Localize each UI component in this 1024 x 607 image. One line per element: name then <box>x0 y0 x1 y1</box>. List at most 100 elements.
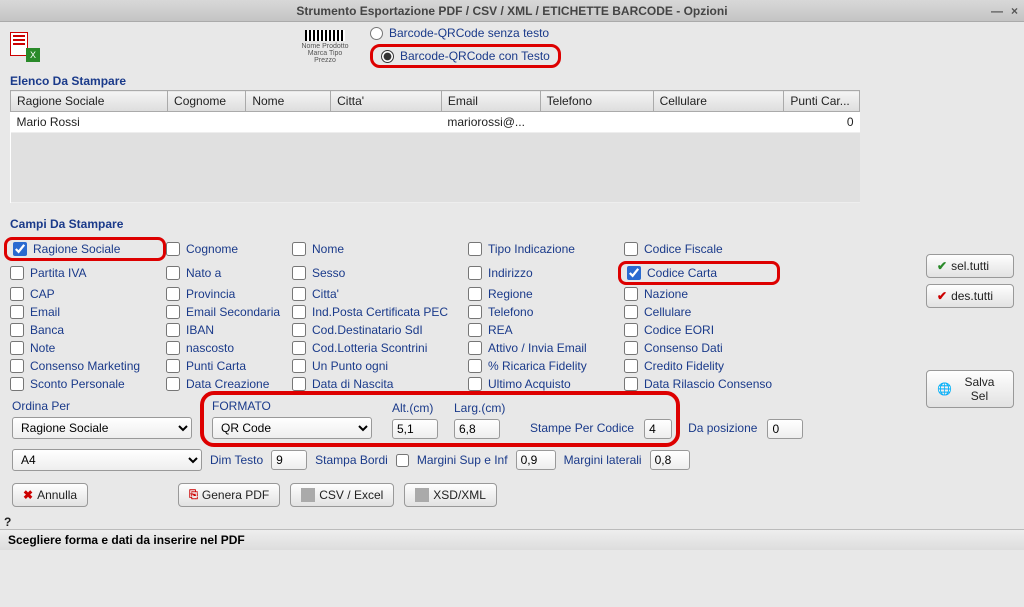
field-checkbox[interactable]: Cognome <box>166 239 286 259</box>
alt-input[interactable] <box>392 419 438 439</box>
alt-label: Alt.(cm) <box>392 401 444 415</box>
col-citta[interactable]: Citta' <box>331 91 442 112</box>
radio-barcode-no-text[interactable]: Barcode-QRCode senza testo <box>370 26 561 40</box>
field-checkbox[interactable]: Data Creazione <box>166 377 286 391</box>
field-label: Indirizzo <box>488 266 533 280</box>
field-label: Banca <box>30 323 64 337</box>
genera-pdf-button[interactable]: ⎘Genera PDF <box>178 483 280 507</box>
field-checkbox[interactable]: Cod.Lotteria Scontrini <box>292 341 462 355</box>
check-icon: ✔ <box>937 259 947 273</box>
field-checkbox[interactable]: nascosto <box>166 341 286 355</box>
field-checkbox[interactable]: Data Rilascio Consenso <box>624 377 774 391</box>
field-label: Ind.Posta Certificata PEC <box>312 305 448 319</box>
field-checkbox[interactable]: Cod.Destinatario SdI <box>292 323 462 337</box>
field-checkbox[interactable]: Email <box>10 305 160 319</box>
field-checkbox[interactable]: Nazione <box>624 287 774 301</box>
field-checkbox[interactable]: Consenso Dati <box>624 341 774 355</box>
field-checkbox[interactable]: Credito Fidelity <box>624 359 774 373</box>
field-checkbox[interactable]: REA <box>468 323 618 337</box>
field-checkbox[interactable]: Banca <box>10 323 160 337</box>
stampa-bordi-label: Stampa Bordi <box>315 453 388 467</box>
field-checkbox[interactable]: Codice EORI <box>624 323 774 337</box>
ordina-per-label: Ordina Per <box>12 399 202 413</box>
section-campi: Campi Da Stampare <box>0 213 1024 233</box>
field-checkbox[interactable]: Data di Nascita <box>292 377 462 391</box>
field-checkbox[interactable]: Sconto Personale <box>10 377 160 391</box>
field-checkbox[interactable]: Citta' <box>292 287 462 301</box>
xsd-xml-button[interactable]: XSD/XML <box>404 483 497 507</box>
minimize-button[interactable]: — <box>991 4 1003 18</box>
field-label: Nazione <box>644 287 688 301</box>
field-checkbox[interactable]: Consenso Marketing <box>10 359 160 373</box>
col-telefono[interactable]: Telefono <box>540 91 653 112</box>
field-checkbox[interactable]: Punti Carta <box>166 359 286 373</box>
annulla-button[interactable]: ✖Annulla <box>12 483 88 507</box>
margini-sup-inf-input[interactable] <box>516 450 556 470</box>
field-checkbox[interactable]: Provincia <box>166 287 286 301</box>
col-cellulare[interactable]: Cellulare <box>653 91 784 112</box>
col-email[interactable]: Email <box>441 91 540 112</box>
select-all-button[interactable]: ✔ sel.tutti <box>926 254 1014 278</box>
ordina-per-select[interactable]: Ragione Sociale <box>12 417 192 439</box>
field-checkbox[interactable]: Codice Carta <box>618 261 780 285</box>
hint-bar: Scegliere forma e dati da inserire nel P… <box>0 529 1024 550</box>
col-nome[interactable]: Nome <box>246 91 331 112</box>
table-row[interactable]: Mario Rossi mariorossi@... 0 <box>11 112 860 133</box>
field-label: REA <box>488 323 513 337</box>
csv-icon <box>301 488 315 502</box>
button-label: Genera PDF <box>202 488 269 502</box>
formato-select[interactable]: QR Code <box>212 417 372 439</box>
col-punti[interactable]: Punti Car... <box>784 91 860 112</box>
button-label: CSV / Excel <box>319 488 383 502</box>
field-checkbox[interactable]: Un Punto ogni <box>292 359 462 373</box>
field-label: CAP <box>30 287 55 301</box>
field-checkbox[interactable]: IBAN <box>166 323 286 337</box>
field-checkbox[interactable]: Note <box>10 341 160 355</box>
field-checkbox[interactable]: Ind.Posta Certificata PEC <box>292 305 462 319</box>
field-checkbox[interactable]: Nato a <box>166 263 286 283</box>
field-checkbox[interactable]: % Ricarica Fidelity <box>468 359 618 373</box>
close-button[interactable]: × <box>1011 4 1018 18</box>
field-label: Punti Carta <box>186 359 246 373</box>
field-label: Data Creazione <box>186 377 269 391</box>
print-list-table: Ragione Sociale Cognome Nome Citta' Emai… <box>10 90 1014 203</box>
larg-input[interactable] <box>454 419 500 439</box>
field-checkbox[interactable]: Tipo Indicazione <box>468 239 618 259</box>
field-checkbox[interactable]: Codice Fiscale <box>624 239 774 259</box>
col-cognome[interactable]: Cognome <box>168 91 246 112</box>
radio-label: Barcode-QRCode con Testo <box>400 49 550 63</box>
field-label: Consenso Dati <box>644 341 723 355</box>
field-label: Cellulare <box>644 305 691 319</box>
field-checkbox[interactable]: Nome <box>292 239 462 259</box>
field-checkbox[interactable]: CAP <box>10 287 160 301</box>
field-checkbox[interactable]: Sesso <box>292 263 462 283</box>
field-checkbox[interactable]: Cellulare <box>624 305 774 319</box>
field-label: Note <box>30 341 55 355</box>
field-label: Cognome <box>186 242 238 256</box>
stampa-bordi-checkbox[interactable] <box>396 454 409 467</box>
paper-select[interactable]: A4 <box>12 449 202 471</box>
field-checkbox[interactable]: Ultimo Acquisto <box>468 377 618 391</box>
field-checkbox[interactable]: Partita IVA <box>10 263 160 283</box>
pdf-excel-icon: X <box>10 32 40 62</box>
field-checkbox[interactable]: Indirizzo <box>468 263 618 283</box>
deselect-all-button[interactable]: ✔des.tutti <box>926 284 1014 308</box>
button-label: sel.tutti <box>951 259 989 273</box>
field-checkbox[interactable]: Regione <box>468 287 618 301</box>
da-pos-input[interactable] <box>767 419 803 439</box>
radio-barcode-with-text[interactable]: Barcode-QRCode con Testo <box>381 49 550 63</box>
dim-testo-input[interactable] <box>271 450 307 470</box>
stampe-per-input[interactable] <box>644 419 672 439</box>
field-checkbox[interactable]: Ragione Sociale <box>4 237 166 261</box>
field-label: Provincia <box>186 287 235 301</box>
field-label: Cod.Lotteria Scontrini <box>312 341 427 355</box>
field-checkbox[interactable]: Telefono <box>468 305 618 319</box>
field-label: Sconto Personale <box>30 377 125 391</box>
radio-label: Barcode-QRCode senza testo <box>389 26 549 40</box>
field-label: IBAN <box>186 323 214 337</box>
margini-lat-input[interactable] <box>650 450 690 470</box>
csv-excel-button[interactable]: CSV / Excel <box>290 483 394 507</box>
field-checkbox[interactable]: Attivo / Invia Email <box>468 341 618 355</box>
field-checkbox[interactable]: Email Secondaria <box>166 305 286 319</box>
col-ragione[interactable]: Ragione Sociale <box>11 91 168 112</box>
